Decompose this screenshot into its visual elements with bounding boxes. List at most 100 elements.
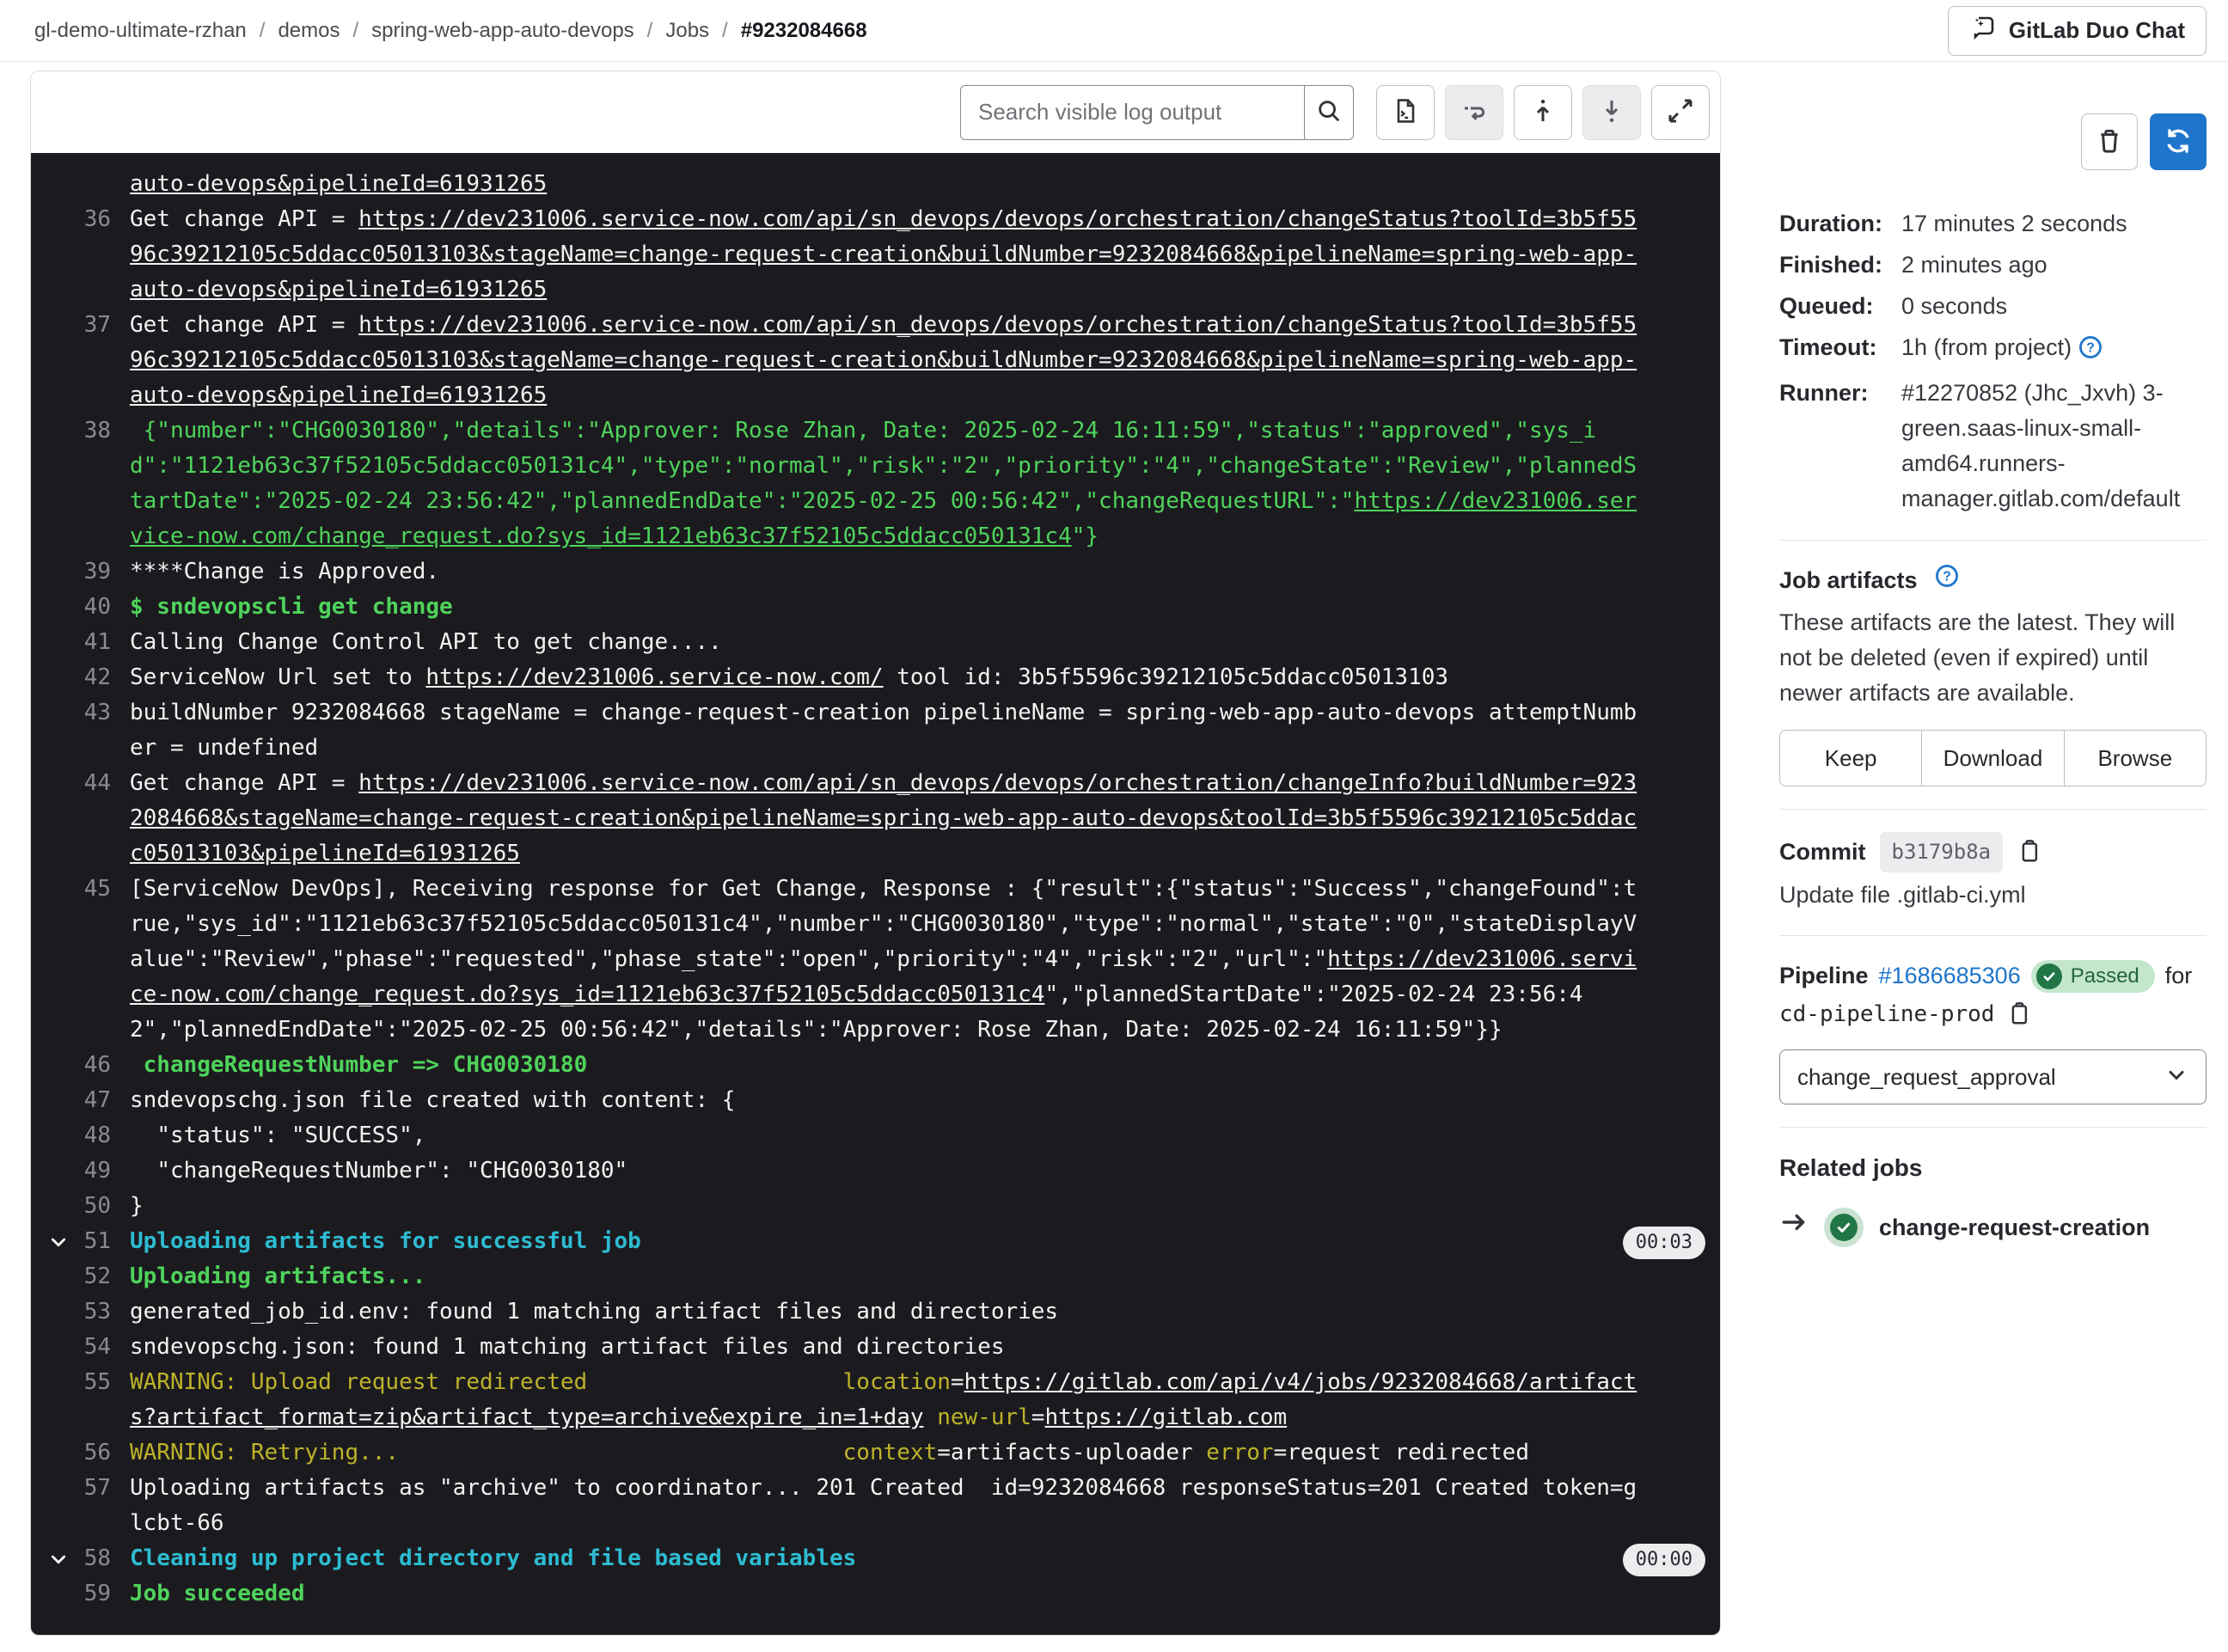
log-line: 54 sndevopschg.json: found 1 matching art… — [31, 1330, 1720, 1365]
job-log: auto-devops&pipelineId=61931265 36 Get cha… — [31, 153, 1720, 1635]
scroll-bottom-button[interactable] — [1582, 84, 1641, 140]
related-job-name[interactable]: change-request-creation — [1879, 1210, 2150, 1245]
commit-message[interactable]: Update file .gitlab-ci.yml — [1779, 878, 2207, 913]
scroll-bottom-icon — [1598, 97, 1625, 127]
log-line: 55 WARNING: Upload request redirected loc… — [31, 1365, 1720, 1435]
fullscreen-icon — [1667, 97, 1694, 127]
log-line-number[interactable]: 37 — [72, 308, 111, 413]
log-text: WARNING: Retrying... — [130, 1440, 400, 1465]
log-line: 56 WARNING: Retrying... context=artifacts… — [31, 1435, 1720, 1471]
related-job-row[interactable]: change-request-creation — [1779, 1208, 2207, 1247]
log-line-number[interactable]: 38 — [72, 413, 111, 554]
log-line-number[interactable]: 56 — [72, 1435, 111, 1471]
divider — [1779, 1127, 2207, 1128]
breadcrumb-item[interactable]: demos — [278, 19, 340, 43]
log-line-number[interactable]: 53 — [72, 1294, 111, 1330]
log-text: Job succeeded — [130, 1581, 305, 1606]
log-line-number[interactable]: 41 — [72, 625, 111, 660]
log-text: WARNING: Upload request redirected — [130, 1369, 588, 1395]
detail-label: Timeout: — [1779, 334, 1877, 360]
log-line-number[interactable]: 48 — [72, 1118, 111, 1153]
log-link[interactable]: https://gitlab.com — [1044, 1404, 1287, 1430]
log-line-number[interactable]: 42 — [72, 660, 111, 695]
log-line-number[interactable]: 45 — [72, 872, 111, 1048]
log-line-content: Uploading artifacts as "archive" to coor… — [130, 1471, 1640, 1541]
breadcrumb-item[interactable]: spring-web-app-auto-devops — [371, 19, 634, 43]
log-line-content: [ServiceNow DevOps], Receiving response … — [130, 872, 1640, 1048]
stage-dropdown[interactable]: change_request_approval — [1779, 1049, 2207, 1104]
gutter-spacer — [48, 554, 72, 590]
log-text: = — [1031, 1404, 1045, 1430]
log-line-number[interactable]: 36 — [72, 202, 111, 308]
log-line-content: $ sndevopscli get change — [130, 590, 1640, 625]
commit-sha[interactable]: b3179b8a — [1879, 832, 2004, 872]
pipeline-ref[interactable]: cd-pipeline-prod — [1779, 997, 1994, 1032]
log-line: 41 Calling Change Control API to get chan… — [31, 625, 1720, 660]
gutter-spacer — [48, 1259, 72, 1294]
log-line-number[interactable]: 50 — [72, 1189, 111, 1224]
wrap-lines-button[interactable] — [1445, 84, 1503, 140]
log-line-number[interactable]: 59 — [72, 1576, 111, 1612]
gutter-spacer — [48, 872, 72, 1048]
log-line-content: WARNING: Retrying... context=artifacts-u… — [130, 1435, 1640, 1471]
breadcrumb-separator: / — [259, 18, 266, 42]
status-success-icon — [1824, 1208, 1864, 1247]
log-line-number[interactable]: 46 — [72, 1048, 111, 1083]
log-line-number[interactable]: 49 — [72, 1153, 111, 1189]
breadcrumb-item[interactable]: Jobs — [665, 19, 709, 43]
download-artifacts-button[interactable]: Download — [1921, 730, 2065, 786]
help-icon[interactable]: ? — [1935, 563, 1959, 598]
log-text: =request redirected — [1273, 1440, 1529, 1465]
gutter-spacer — [48, 308, 72, 413]
search-button[interactable] — [1304, 84, 1354, 140]
log-link[interactable]: https://dev231006.service-now.com/ — [425, 664, 883, 690]
log-line-number[interactable]: 40 — [72, 590, 111, 625]
collapse-section-icon[interactable] — [48, 1541, 72, 1576]
log-line-number[interactable]: 47 — [72, 1083, 111, 1118]
pipeline-link[interactable]: #1686685306 — [1879, 958, 2021, 994]
copy-ref-button[interactable] — [2006, 1000, 2032, 1029]
log-text: } — [130, 1193, 144, 1219]
job-artifacts-title: Job artifacts ? — [1779, 563, 2207, 598]
log-line-number[interactable]: 52 — [72, 1259, 111, 1294]
erase-log-button[interactable] — [2081, 113, 2138, 170]
help-icon[interactable]: ? — [2078, 334, 2103, 370]
log-line-content: } — [130, 1189, 1640, 1224]
svg-text:?: ? — [2086, 341, 2095, 356]
duo-chat-button[interactable]: GitLab Duo Chat — [1947, 5, 2207, 56]
log-line-number[interactable]: 44 — [72, 766, 111, 872]
collapse-section-icon[interactable] — [48, 1224, 72, 1259]
log-line-number[interactable]: 43 — [72, 695, 111, 766]
log-link[interactable]: auto-devops&pipelineId=61931265 — [130, 171, 547, 197]
log-line-number[interactable]: 55 — [72, 1365, 111, 1435]
log-line-number[interactable]: 54 — [72, 1330, 111, 1365]
log-line-number[interactable]: 39 — [72, 554, 111, 590]
duo-chat-label: GitLab Duo Chat — [2008, 17, 2185, 43]
breadcrumb-item[interactable]: gl-demo-ultimate-rzhan — [34, 19, 247, 43]
gutter-spacer — [48, 1576, 72, 1612]
stage-dropdown-value: change_request_approval — [1797, 1063, 2056, 1090]
log-line-number[interactable]: 57 — [72, 1471, 111, 1541]
copy-commit-sha-button[interactable] — [2017, 838, 2042, 866]
duo-chat-icon — [1969, 14, 1997, 47]
log-line-content: changeRequestNumber => CHG0030180 — [130, 1048, 1640, 1083]
browse-artifacts-button[interactable]: Browse — [2063, 730, 2207, 786]
scroll-top-button[interactable] — [1514, 84, 1572, 140]
search-input[interactable] — [960, 84, 1304, 140]
raw-log-button[interactable] — [1376, 84, 1435, 140]
svg-text:?: ? — [1943, 570, 1951, 584]
log-text: $ sndevopscli get change — [130, 594, 453, 620]
log-text: changeRequestNumber => CHG0030180 — [130, 1052, 588, 1078]
gutter-spacer — [48, 590, 72, 625]
detail-label: Runner: — [1779, 380, 1869, 406]
fullscreen-button[interactable] — [1651, 84, 1710, 140]
keep-artifacts-button[interactable]: Keep — [1779, 730, 1923, 786]
pipeline-status-badge[interactable]: Passed — [2030, 959, 2155, 993]
log-line-number[interactable]: 58 — [72, 1541, 111, 1576]
log-line-number[interactable]: 51 — [72, 1224, 111, 1259]
pipeline-section: Pipeline #1686685306 Passed for cd-pipel… — [1779, 958, 2207, 1104]
gutter-spacer — [48, 1153, 72, 1189]
log-line-number[interactable] — [72, 167, 111, 202]
retry-job-button[interactable] — [2150, 113, 2207, 170]
divider — [1779, 540, 2207, 541]
